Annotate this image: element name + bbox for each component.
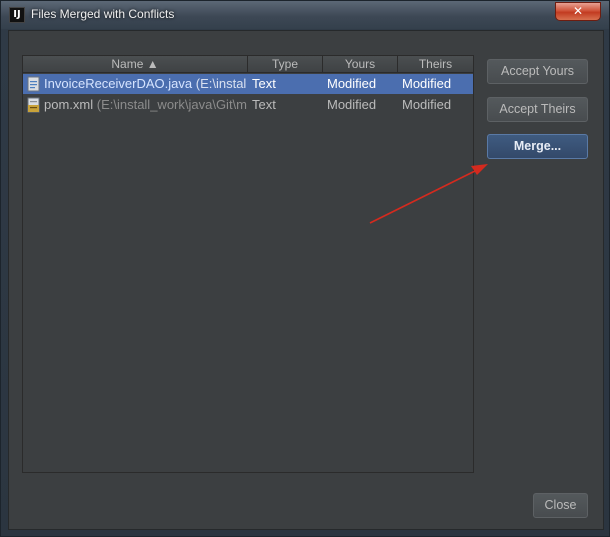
- intellij-app-icon: IJ: [9, 7, 25, 23]
- file-name-cell: pom.xml (E:\install_work\java\Git\m: [44, 95, 247, 115]
- file-path: (E:\install_: [195, 76, 247, 91]
- table-row[interactable]: InvoiceReceiverDAO.java (E:\install_ Tex…: [23, 74, 473, 94]
- column-header-name[interactable]: Name ▲: [23, 56, 248, 73]
- table-header: Name ▲ Type Yours Theirs: [23, 56, 473, 73]
- close-button[interactable]: Close: [533, 493, 588, 518]
- file-name: pom.xml: [44, 97, 94, 112]
- table-row[interactable]: pom.xml (E:\install_work\java\Git\m Text…: [23, 95, 473, 115]
- file-type-cell: Text: [252, 76, 276, 91]
- dialog-title: Files Merged with Conflicts: [31, 7, 175, 21]
- accept-theirs-button[interactable]: Accept Theirs: [487, 97, 588, 122]
- window-close-icon[interactable]: ✕: [555, 2, 601, 21]
- column-header-yours[interactable]: Yours: [323, 56, 398, 73]
- file-type-cell: Text: [252, 97, 276, 112]
- yours-status-cell: Modified: [327, 76, 377, 91]
- merge-button[interactable]: Merge...: [487, 134, 588, 159]
- column-header-type[interactable]: Type: [248, 56, 323, 73]
- java-file-icon: [27, 76, 40, 92]
- file-name: InvoiceReceiverDAO.java: [44, 76, 193, 91]
- file-name-cell: InvoiceReceiverDAO.java (E:\install_: [44, 74, 247, 94]
- title-bar[interactable]: IJ Files Merged with Conflicts ✕: [1, 1, 609, 29]
- xml-file-icon: [27, 97, 40, 113]
- conflicts-table[interactable]: Name ▲ Type Yours Theirs InvoiceReceiver…: [22, 55, 474, 473]
- theirs-status-cell: Modified: [402, 97, 452, 112]
- dialog-content: Name ▲ Type Yours Theirs InvoiceReceiver…: [8, 30, 604, 530]
- accept-yours-button[interactable]: Accept Yours: [487, 59, 588, 84]
- file-path: (E:\install_work\java\Git\m: [93, 97, 247, 112]
- yours-status-cell: Modified: [327, 97, 377, 112]
- column-header-theirs[interactable]: Theirs: [398, 56, 473, 73]
- dialog-window: IJ Files Merged with Conflicts ✕ Name ▲ …: [0, 0, 610, 537]
- theirs-status-cell: Modified: [402, 76, 452, 91]
